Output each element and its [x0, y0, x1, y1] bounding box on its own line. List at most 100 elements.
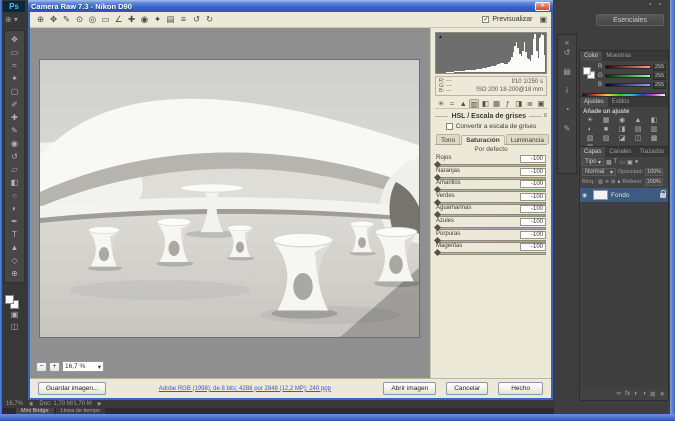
properties-panel-icon[interactable]: ▤ — [563, 67, 571, 76]
exposure-adjustment-icon[interactable]: ▲ — [630, 116, 646, 125]
posterize-adjustment-icon[interactable]: ◪ — [614, 134, 630, 143]
close-icon[interactable]: ✕ — [535, 2, 550, 11]
done-button[interactable]: Hecho — [498, 382, 543, 395]
foreground-background-swatches[interactable] — [5, 295, 19, 309]
filter-type-layers-icon[interactable]: T — [614, 159, 618, 166]
rotate-right-button[interactable]: ↻ — [203, 14, 216, 25]
zoom-level-dropdown[interactable]: 16,7 % ▾ — [62, 361, 104, 372]
zoom-in-button[interactable]: + — [49, 362, 60, 372]
blur-tool[interactable]: ○ — [6, 189, 23, 202]
dodge-tool[interactable]: ◐ — [6, 202, 23, 215]
status-flyout-arrow[interactable]: ▶ — [98, 400, 102, 408]
cancel-button[interactable]: Cancelar — [446, 382, 488, 395]
color-lookup-adjustment-icon[interactable]: ▧ — [582, 134, 598, 143]
slider-track[interactable] — [436, 189, 546, 192]
status-zoom-level[interactable]: 16,7% — [6, 400, 23, 408]
filter-toggle-icon[interactable]: ● — [635, 159, 639, 166]
black-white-adjustment-icon[interactable]: ◨ — [614, 125, 630, 134]
layer-mask-icon[interactable]: ◐ — [634, 390, 638, 398]
slider-value[interactable]: -100 — [520, 193, 546, 201]
red-value[interactable]: 255 — [653, 64, 666, 71]
slider-track[interactable] — [436, 227, 546, 230]
fullscreen-toggle-icon[interactable]: ▣ — [539, 15, 547, 24]
layer-row-background[interactable]: ◉ Fondo — [580, 188, 668, 202]
crop-tool[interactable]: ▭ — [99, 14, 112, 25]
gradient-tool[interactable]: ◧ — [6, 176, 23, 189]
red-slider[interactable] — [605, 65, 651, 69]
rotate-left-button[interactable]: ↺ — [190, 14, 203, 25]
panel-tab[interactable]: Canales — [605, 147, 635, 157]
lasso-tool[interactable]: ≈ — [6, 59, 23, 72]
shape-tool[interactable]: ◇ — [6, 254, 23, 267]
slider-value[interactable]: -100 — [520, 205, 546, 213]
marquee-tool[interactable]: ▭ — [6, 46, 23, 59]
targeted-adjustment-tool[interactable]: ◎ — [86, 14, 99, 25]
slider-value[interactable]: -100 — [520, 218, 546, 226]
tab-snapshots[interactable]: ▣ — [536, 99, 546, 108]
panel-tab[interactable]: Muestras — [602, 51, 635, 61]
type-tool[interactable]: T — [6, 228, 23, 241]
opacity-value[interactable]: 100% — [645, 168, 663, 176]
lock-pixels-icon[interactable]: ⊞ — [611, 179, 615, 185]
green-slider[interactable] — [605, 74, 651, 78]
history-panel-icon[interactable]: ↺ — [564, 48, 571, 57]
tab-lens-corrections[interactable]: ▦ — [492, 99, 502, 108]
layer-style-icon[interactable]: fx — [625, 390, 630, 398]
green-value[interactable]: 255 — [653, 73, 666, 80]
navigator-panel-icon[interactable]: ◔ — [565, 105, 570, 114]
slider-value[interactable]: -100 — [520, 243, 546, 251]
new-layer-icon[interactable]: ⊞ — [650, 390, 655, 398]
slider-track[interactable] — [436, 252, 546, 255]
slider-track[interactable] — [436, 202, 546, 205]
panel-tab[interactable]: Capas — [580, 147, 605, 157]
zoom-tool[interactable]: ⊕ — [34, 14, 47, 25]
workspace-switcher-button[interactable]: Esenciales — [596, 14, 664, 26]
color-sampler-tool[interactable]: ⊙ — [73, 14, 86, 25]
foreground-color-swatch[interactable] — [5, 295, 14, 304]
tab-basic[interactable]: ✳ — [436, 99, 446, 108]
link-layers-icon[interactable]: ∞ — [617, 390, 622, 398]
layer-visibility-eye-icon[interactable]: ◉ — [582, 192, 590, 199]
expand-panels-icon[interactable]: « — [565, 38, 569, 47]
layer-filter-dropdown[interactable]: Tipo ▾ — [582, 158, 604, 166]
panel-collapse-icons[interactable]: ▪ ▪ — [649, 2, 664, 8]
workflow-options-link[interactable]: Adobe RGB (1998); de 8 bits; 4288 por 28… — [114, 386, 375, 392]
panel-tab[interactable]: Color — [580, 51, 602, 61]
photo-filter-adjustment-icon[interactable]: ▤ — [630, 125, 646, 134]
selective-color-adjustment-icon[interactable]: ▩ — [646, 134, 662, 143]
lock-transparency-icon[interactable]: ▨ — [598, 179, 603, 185]
panel-menu-icon[interactable]: ≡ — [543, 113, 547, 119]
path-selection-tool[interactable]: ▲ — [6, 241, 23, 254]
adjustment-layer-icon[interactable]: ◑ — [642, 390, 646, 398]
layer-thumbnail[interactable] — [593, 190, 608, 200]
tab-tone-curve[interactable]: ≈ — [447, 99, 457, 108]
curves-adjustment-icon[interactable]: ◉ — [614, 116, 630, 125]
threshold-adjustment-icon[interactable]: ◫ — [630, 134, 646, 143]
preferences-button[interactable]: ≡ — [177, 14, 190, 25]
eraser-tool[interactable]: ▱ — [6, 163, 23, 176]
red-eye-tool[interactable]: ◉ — [138, 14, 151, 25]
eyedropper-tool[interactable]: ✐ — [6, 98, 23, 111]
white-balance-tool[interactable]: ✎ — [60, 14, 73, 25]
tab-effects[interactable]: ƒ — [503, 99, 513, 108]
quick-mask-button[interactable]: ▣ — [6, 309, 23, 321]
healing-brush-tool[interactable]: ✚ — [6, 111, 23, 124]
open-image-button[interactable]: Abrir imagen — [383, 382, 436, 395]
delete-layer-icon[interactable]: ✕ — [660, 390, 665, 398]
slider-track[interactable] — [436, 214, 546, 217]
lock-position-icon[interactable]: ✛ — [605, 179, 609, 185]
slider-track[interactable] — [436, 177, 546, 180]
zoom-tool[interactable]: ⊕ — [6, 267, 23, 280]
hue-saturation-adjustment-icon[interactable]: ◐ — [582, 125, 598, 134]
spot-removal-tool[interactable]: ✚ — [125, 14, 138, 25]
foreground-color-swatch[interactable] — [583, 67, 591, 75]
default-link[interactable]: Por defecto — [435, 145, 547, 154]
slider-value[interactable]: -100 — [520, 155, 546, 163]
pen-tool[interactable]: ✒ — [6, 215, 23, 228]
hsl-subtab[interactable]: Saturación — [461, 135, 505, 145]
hsl-subtab[interactable]: Luminancia — [506, 134, 549, 144]
invert-adjustment-icon[interactable]: ▨ — [598, 134, 614, 143]
straighten-tool[interactable]: ∠ — [112, 14, 125, 25]
tab-camera-calibration[interactable]: ◨ — [514, 99, 524, 108]
convert-grayscale-checkbox[interactable] — [446, 123, 453, 130]
